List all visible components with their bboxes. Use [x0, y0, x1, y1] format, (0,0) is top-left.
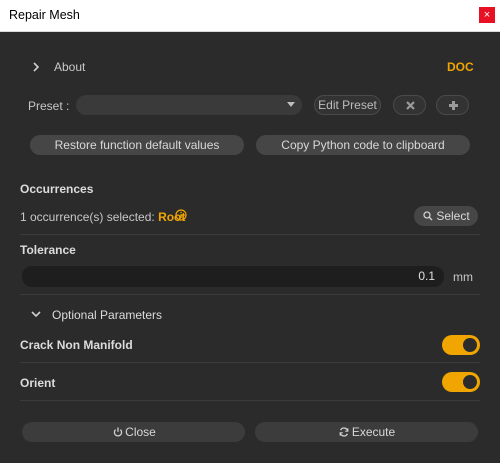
close-button[interactable]: Close [22, 422, 245, 442]
close-window-button[interactable]: × [479, 7, 495, 23]
divider [20, 294, 480, 295]
add-preset-icon [449, 101, 458, 110]
refresh-icon [339, 427, 349, 437]
tolerance-value: 0.1 [418, 269, 435, 283]
about-toggle[interactable]: About [54, 60, 85, 74]
edit-preset-label: Edit Preset [318, 98, 377, 112]
divider [20, 400, 480, 401]
orient-label: Orient [20, 376, 56, 390]
execute-label: Execute [351, 425, 396, 439]
chevron-down-icon [287, 102, 295, 107]
window-title: Repair Mesh [9, 8, 80, 22]
restore-defaults-label: Restore function default values [54, 138, 220, 152]
select-label: Select [436, 209, 470, 223]
crack-non-manifold-toggle[interactable] [442, 335, 480, 355]
select-occurrences-button[interactable]: Select [414, 206, 478, 226]
occurrences-heading: Occurrences [20, 182, 94, 196]
window-titlebar: Repair Mesh × [0, 0, 500, 32]
preset-label: Preset : [28, 99, 70, 113]
occurrences-selected-text: 1 occurrence(s) selected: [20, 210, 159, 224]
crack-non-manifold-label: Crack Non Manifold [20, 338, 133, 352]
divider [20, 234, 480, 235]
add-preset-button[interactable] [436, 95, 469, 115]
edit-preset-button[interactable]: Edit Preset [314, 95, 381, 115]
preset-dropdown[interactable] [76, 95, 302, 115]
occurrences-status: 1 occurrence(s) selected: Root [20, 210, 185, 224]
toggle-knob [463, 375, 477, 389]
tolerance-heading: Tolerance [20, 243, 76, 257]
power-icon [113, 427, 123, 437]
search-icon [423, 211, 433, 221]
chevron-down-icon[interactable] [30, 309, 42, 319]
delete-preset-button[interactable] [393, 95, 426, 115]
info-icon[interactable] [175, 209, 187, 221]
tolerance-input[interactable]: 0.1 [22, 266, 444, 287]
chevron-right-icon[interactable] [31, 61, 41, 73]
close-label: Close [125, 425, 156, 439]
close-icon: × [483, 9, 491, 21]
doc-link[interactable]: DOC [447, 60, 474, 74]
copy-python-label: Copy Python code to clipboard [281, 138, 445, 152]
toggle-knob [463, 338, 477, 352]
tolerance-unit: mm [453, 270, 473, 284]
copy-python-button[interactable]: Copy Python code to clipboard [256, 135, 470, 155]
execute-button[interactable]: Execute [255, 422, 478, 442]
orient-toggle[interactable] [442, 372, 480, 392]
restore-defaults-button[interactable]: Restore function default values [30, 135, 244, 155]
optional-parameters-toggle[interactable]: Optional Parameters [52, 308, 162, 322]
delete-preset-icon [406, 101, 415, 110]
divider [20, 362, 480, 363]
